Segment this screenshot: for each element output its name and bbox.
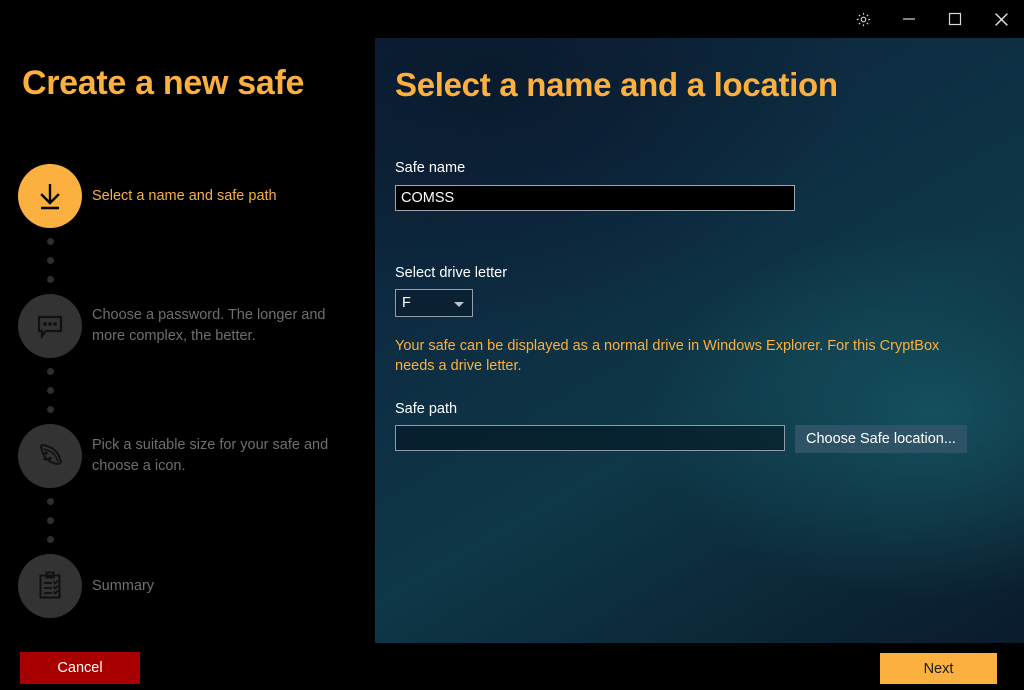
- safe-path-input[interactable]: [395, 425, 785, 451]
- settings-button[interactable]: [840, 3, 886, 35]
- drive-letter-value: F: [402, 295, 411, 311]
- sidebar-step-label-4: Summary: [92, 577, 155, 594]
- sidebar-step-label-1: Select a name and safe path: [92, 187, 277, 204]
- step-badge-4: [18, 554, 82, 618]
- step-connector-3: [0, 492, 375, 550]
- maximize-button[interactable]: [932, 3, 978, 35]
- cryptbox-create-safe-window: Create a new safe Select a name and safe…: [0, 0, 1024, 690]
- clipboard-checklist-icon: [39, 571, 61, 599]
- step-connector-1: [0, 232, 375, 290]
- sidebar-step-summary[interactable]: Summary: [0, 550, 375, 622]
- step-badge-3: [18, 424, 82, 488]
- panel-title: Select a name and a location: [395, 66, 838, 103]
- wizard-step-list: Select a name and safe path Choose a pas…: [0, 160, 375, 622]
- safe-name-input[interactable]: [395, 185, 795, 211]
- sidebar-step-choose-password[interactable]: Choose a password. The longer and more c…: [0, 290, 375, 362]
- sidebar-step-select-name[interactable]: Select a name and safe path: [0, 160, 375, 232]
- pizza-slice-icon: [39, 443, 63, 466]
- safe-name-label: Safe name: [395, 160, 466, 176]
- drive-letter-select[interactable]: F: [395, 289, 473, 317]
- next-button[interactable]: Next: [880, 653, 997, 684]
- wizard-sidebar: Create a new safe Select a name and safe…: [0, 0, 375, 690]
- step-connector-2: [0, 362, 375, 420]
- step-badge-1: [18, 164, 82, 228]
- cancel-button[interactable]: Cancel: [20, 652, 140, 684]
- gear-icon: [856, 12, 870, 26]
- maximize-icon: [948, 12, 962, 26]
- drive-letter-label: Select drive letter: [395, 265, 508, 281]
- minimize-button[interactable]: [886, 3, 932, 35]
- close-icon: [994, 12, 1008, 26]
- chevron-down-icon: [454, 302, 464, 307]
- close-button[interactable]: [978, 3, 1024, 35]
- sidebar-step-pick-size[interactable]: Pick a suitable size for your safe and c…: [0, 420, 375, 492]
- choose-safe-location-button[interactable]: Choose Safe location...: [795, 425, 967, 453]
- sidebar-step-label-2: Choose a password. The longer and more c…: [92, 307, 326, 344]
- sidebar-step-label-3: Pick a suitable size for your safe and c…: [92, 437, 329, 474]
- safe-path-label: Safe path: [395, 401, 458, 417]
- page-title: Create a new safe: [22, 64, 305, 102]
- chat-bubble-icon: [37, 315, 63, 340]
- wizard-content-panel: Select a name and a location Safe name S…: [375, 38, 1024, 643]
- minimize-icon: [903, 18, 915, 20]
- drive-letter-hint: Your safe can be displayed as a normal d…: [395, 338, 940, 374]
- download-arrow-icon: [40, 184, 60, 210]
- step-badge-2: [18, 294, 82, 358]
